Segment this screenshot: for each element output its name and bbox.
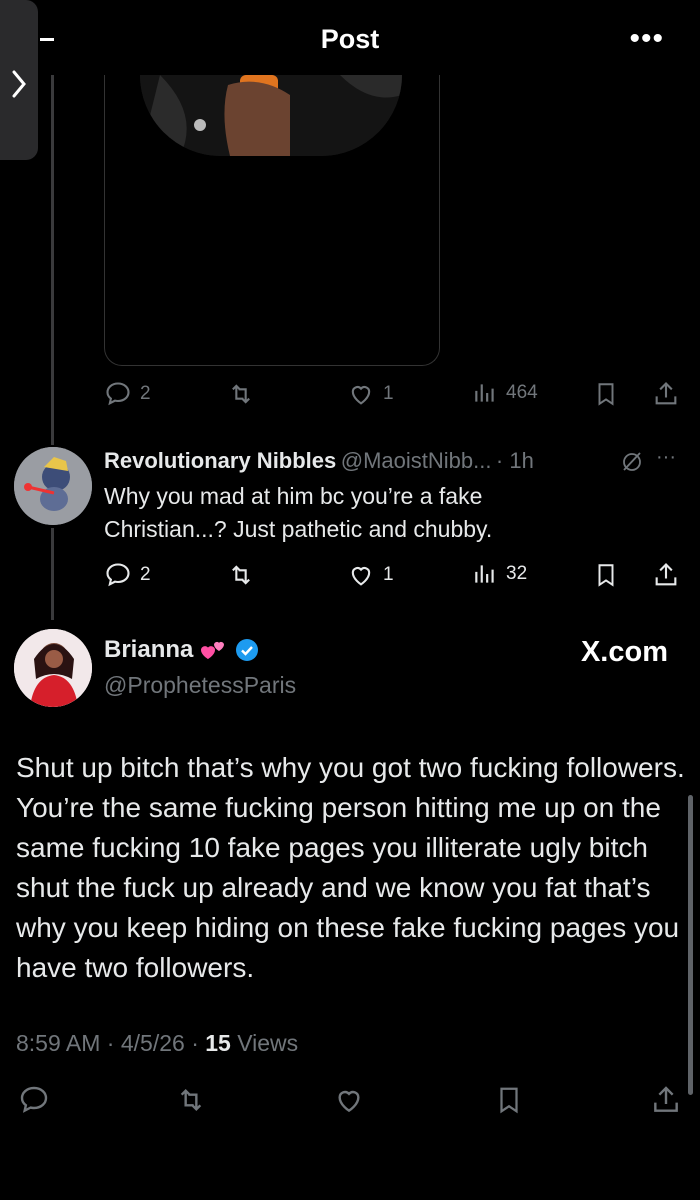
- reply-text-line-2: Christian...? Just pathetic and chubby.: [104, 516, 493, 542]
- main-action-bar: [0, 1084, 700, 1120]
- reply-handle[interactable]: @MaoistNibb...: [341, 448, 492, 473]
- repost-button[interactable]: [227, 380, 255, 408]
- avatar[interactable]: [14, 629, 92, 707]
- analytics-icon: [472, 561, 498, 587]
- verified-badge-icon: [235, 638, 259, 662]
- heart-icon: [347, 380, 375, 408]
- bookmark-button[interactable]: [593, 561, 619, 589]
- post-text: Shut up bitch that’s why you got two fuc…: [16, 752, 685, 983]
- author-display-name[interactable]: Brianna: [104, 636, 193, 664]
- reply-count: 2: [140, 383, 151, 404]
- share-icon: [652, 380, 680, 408]
- reply-header: Revolutionary Nibbles @MaoistNibb... · 1…: [104, 448, 644, 474]
- heart-icon: [333, 1084, 365, 1116]
- watermark: X.com: [580, 636, 668, 668]
- grok-icon[interactable]: [620, 448, 644, 474]
- repost-icon: [227, 380, 255, 408]
- reply-icon: [104, 561, 132, 589]
- bookmark-icon: [494, 1084, 524, 1116]
- post-date: 4/5/26: [120, 1030, 185, 1056]
- bookmark-icon: [593, 561, 619, 589]
- bookmark-button[interactable]: [494, 1084, 524, 1116]
- reply-icon: [18, 1084, 50, 1116]
- reply-action-bar: 2 1 32: [0, 558, 700, 594]
- analytics-icon: [472, 380, 498, 406]
- avatar[interactable]: [14, 447, 92, 525]
- share-button[interactable]: [652, 380, 680, 408]
- more-horizontal-icon[interactable]: •••: [629, 22, 664, 56]
- reply-text-line-1: Why you mad at him bc you’re a fake: [104, 483, 483, 509]
- repost-button[interactable]: [175, 1084, 207, 1116]
- share-icon: [652, 561, 680, 589]
- chevron-right-icon[interactable]: [10, 68, 28, 100]
- author-name-row: Brianna: [104, 636, 259, 664]
- reply-icon: [104, 380, 132, 408]
- reply-count: 2: [140, 564, 151, 585]
- views-count: 32: [506, 563, 528, 584]
- bookmark-icon: [593, 380, 619, 408]
- author-handle[interactable]: @ProphetessParis: [104, 672, 296, 699]
- like-button[interactable]: 1: [347, 561, 394, 589]
- repost-button[interactable]: [227, 561, 255, 589]
- like-count: 1: [383, 383, 394, 404]
- repost-icon: [175, 1084, 207, 1116]
- share-icon: [650, 1084, 682, 1116]
- like-count: 1: [383, 564, 394, 585]
- more-horizontal-icon[interactable]: ···: [656, 446, 676, 469]
- page-title: Post: [320, 24, 380, 54]
- views-button[interactable]: 32: [472, 561, 527, 587]
- reply-display-name[interactable]: Revolutionary Nibbles: [104, 448, 336, 473]
- views-count: 464: [506, 382, 538, 403]
- reply-button[interactable]: 2: [104, 380, 151, 408]
- views-label: Views: [237, 1030, 299, 1056]
- share-button[interactable]: [650, 1084, 682, 1116]
- post-image[interactable]: [140, 75, 402, 156]
- share-button[interactable]: [652, 561, 680, 589]
- scrollbar[interactable]: [688, 795, 693, 1095]
- reply-button[interactable]: 2: [104, 561, 151, 589]
- reply-time: · 1h: [495, 448, 534, 473]
- like-button[interactable]: [333, 1084, 365, 1116]
- views-button[interactable]: 464: [472, 380, 538, 406]
- like-button[interactable]: 1: [347, 380, 394, 408]
- parent-action-bar: 2 1 464: [0, 377, 700, 413]
- heart-emoji-icon: [199, 637, 229, 663]
- post-meta: 8:59 AM · 4/5/26 · 15 Views: [16, 1030, 299, 1056]
- heart-icon: [347, 561, 375, 589]
- views-count: 15: [205, 1030, 231, 1056]
- post-time: 8:59 AM: [16, 1030, 101, 1056]
- reply-button[interactable]: [18, 1084, 50, 1116]
- repost-icon: [227, 561, 255, 589]
- bookmark-button[interactable]: [593, 380, 619, 408]
